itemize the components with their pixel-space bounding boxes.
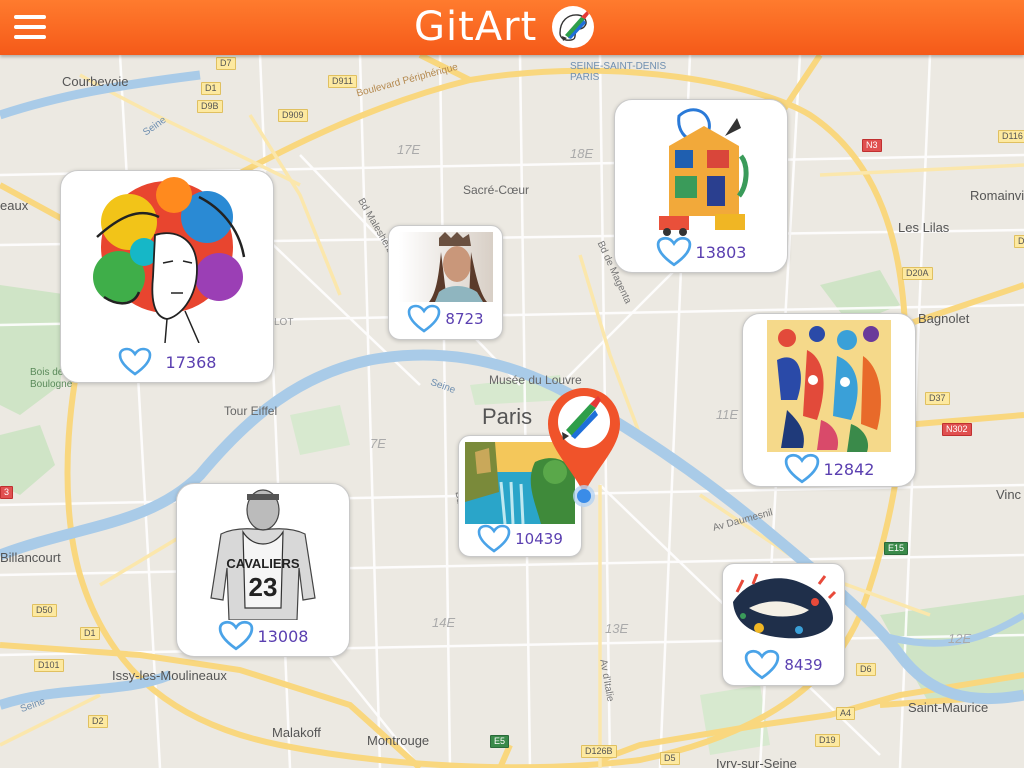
arrondissement-label: 13E — [605, 621, 629, 636]
place-issy: Issy-les-Moulineaux — [112, 668, 227, 683]
place-paris: Paris — [482, 404, 533, 429]
artwork-thumbnail[interactable] — [729, 572, 837, 644]
place-montrouge: Montrouge — [367, 733, 430, 748]
road-shield: E5 — [490, 735, 510, 748]
place-courbevoie: Courbevoie — [62, 74, 129, 89]
artwork-card-native-portrait[interactable]: 8723 — [388, 225, 503, 340]
road-shield: D37 — [925, 392, 950, 405]
like-count: 8723 — [445, 310, 484, 328]
road-shield: 3 — [0, 486, 14, 499]
road-shield: D1 — [201, 82, 221, 95]
artwork-card-woman-colorful-hair[interactable]: 17368 — [60, 170, 274, 383]
app-brand: GitArt — [414, 2, 595, 52]
like-count: 10439 — [515, 530, 563, 548]
heart-icon[interactable] — [407, 304, 441, 334]
arrondissement-label: 17E — [397, 142, 421, 157]
road-shield: D9B — [197, 100, 223, 113]
arrondissement-label: 18E — [570, 146, 594, 161]
artwork-thumbnail[interactable]: CAVALIERS 23 — [203, 488, 323, 620]
like-row: 10439 — [459, 524, 581, 554]
road-shield: N3 — [862, 139, 882, 152]
like-row: 17368 — [61, 347, 273, 377]
road-shield: E15 — [884, 542, 909, 555]
like-row: 8723 — [389, 304, 502, 334]
road-shield: D1 — [80, 627, 100, 640]
artwork-thumbnail[interactable] — [79, 177, 255, 343]
road-shield: D911 — [328, 75, 357, 88]
heart-icon[interactable] — [218, 620, 254, 652]
road-shield: D19 — [815, 734, 840, 747]
like-row: 13008 — [177, 620, 349, 652]
artwork-card-swirl-wave-art[interactable]: 8439 — [722, 563, 845, 686]
like-count: 12842 — [823, 459, 875, 479]
brush-palette-logo-icon — [552, 6, 595, 48]
arrondissement-label: 12E — [948, 631, 972, 646]
road-shield: D101 — [34, 659, 64, 672]
road-shield: D20A — [902, 267, 933, 280]
place-ivry: Ivry-sur-Seine — [716, 756, 797, 768]
hamburger-menu-icon[interactable] — [14, 13, 48, 41]
road-shield: D116 — [998, 130, 1024, 143]
svg-text:23: 23 — [249, 572, 278, 602]
place-les-lilas: Les Lilas — [898, 220, 950, 235]
heart-icon[interactable] — [477, 524, 511, 554]
road-shield: D6 — [856, 663, 876, 676]
place-tour-eiffel: Tour Eiffel — [224, 404, 278, 418]
road-shield: D908 — [1014, 235, 1024, 248]
artwork-thumbnail[interactable] — [659, 106, 749, 236]
arrondissement-label: 7E — [370, 436, 386, 451]
place-vincennes: Vinc — [996, 487, 1022, 502]
place-bagnolet: Bagnolet — [918, 311, 970, 326]
road-shield: D7 — [216, 57, 236, 70]
like-count: 17368 — [165, 352, 217, 372]
arrondissement-label: 14E — [432, 615, 456, 630]
road-shield: D126B — [581, 745, 617, 758]
artwork-thumbnail[interactable] — [767, 320, 891, 452]
like-count: 8439 — [784, 656, 823, 674]
svg-text:CAVALIERS: CAVALIERS — [226, 556, 300, 571]
road-shield: N302 — [942, 423, 972, 436]
like-row: 8439 — [723, 648, 844, 682]
road-shield: A4 — [836, 707, 856, 720]
heart-icon[interactable] — [118, 347, 152, 377]
road-shield: D5 — [660, 752, 680, 765]
location-pin-icon[interactable] — [546, 386, 622, 512]
app-title: GitArt — [414, 4, 538, 50]
like-row: 12842 — [743, 453, 915, 485]
artwork-card-crowd-illustration[interactable]: 12842 — [742, 313, 916, 487]
artwork-card-house-illustration[interactable]: 13803 — [614, 99, 788, 273]
heart-icon[interactable] — [784, 453, 820, 485]
like-count: 13803 — [695, 242, 747, 262]
place-louvre: Musée du Louvre — [489, 373, 582, 387]
road-shield: D2 — [88, 715, 108, 728]
like-count: 13008 — [257, 626, 309, 646]
artwork-card-basketball-player[interactable]: CAVALIERS 23 13008 — [176, 483, 350, 657]
road-shield: D50 — [32, 604, 57, 617]
place-romainville: Romainvil — [970, 188, 1024, 203]
like-row: 13803 — [615, 236, 787, 268]
heart-icon[interactable] — [656, 236, 692, 268]
road-shield: D909 — [278, 109, 308, 122]
place-sacre-coeur: Sacré-Cœur — [463, 183, 530, 197]
artwork-thumbnail[interactable] — [399, 232, 493, 302]
street-lot: LOT — [274, 317, 294, 328]
place-saint-maurice: Saint-Maurice — [908, 700, 989, 715]
place-saint-denis: SEINE-SAINT-DENIS PARIS — [570, 61, 667, 83]
arrondissement-label: 11E — [716, 407, 739, 422]
place-billancourt: Billancourt — [0, 550, 61, 565]
place-eaux: eaux — [0, 198, 29, 213]
place-malakoff: Malakoff — [272, 725, 321, 740]
top-app-bar: GitArt — [0, 0, 1024, 55]
heart-icon[interactable] — [744, 649, 780, 681]
